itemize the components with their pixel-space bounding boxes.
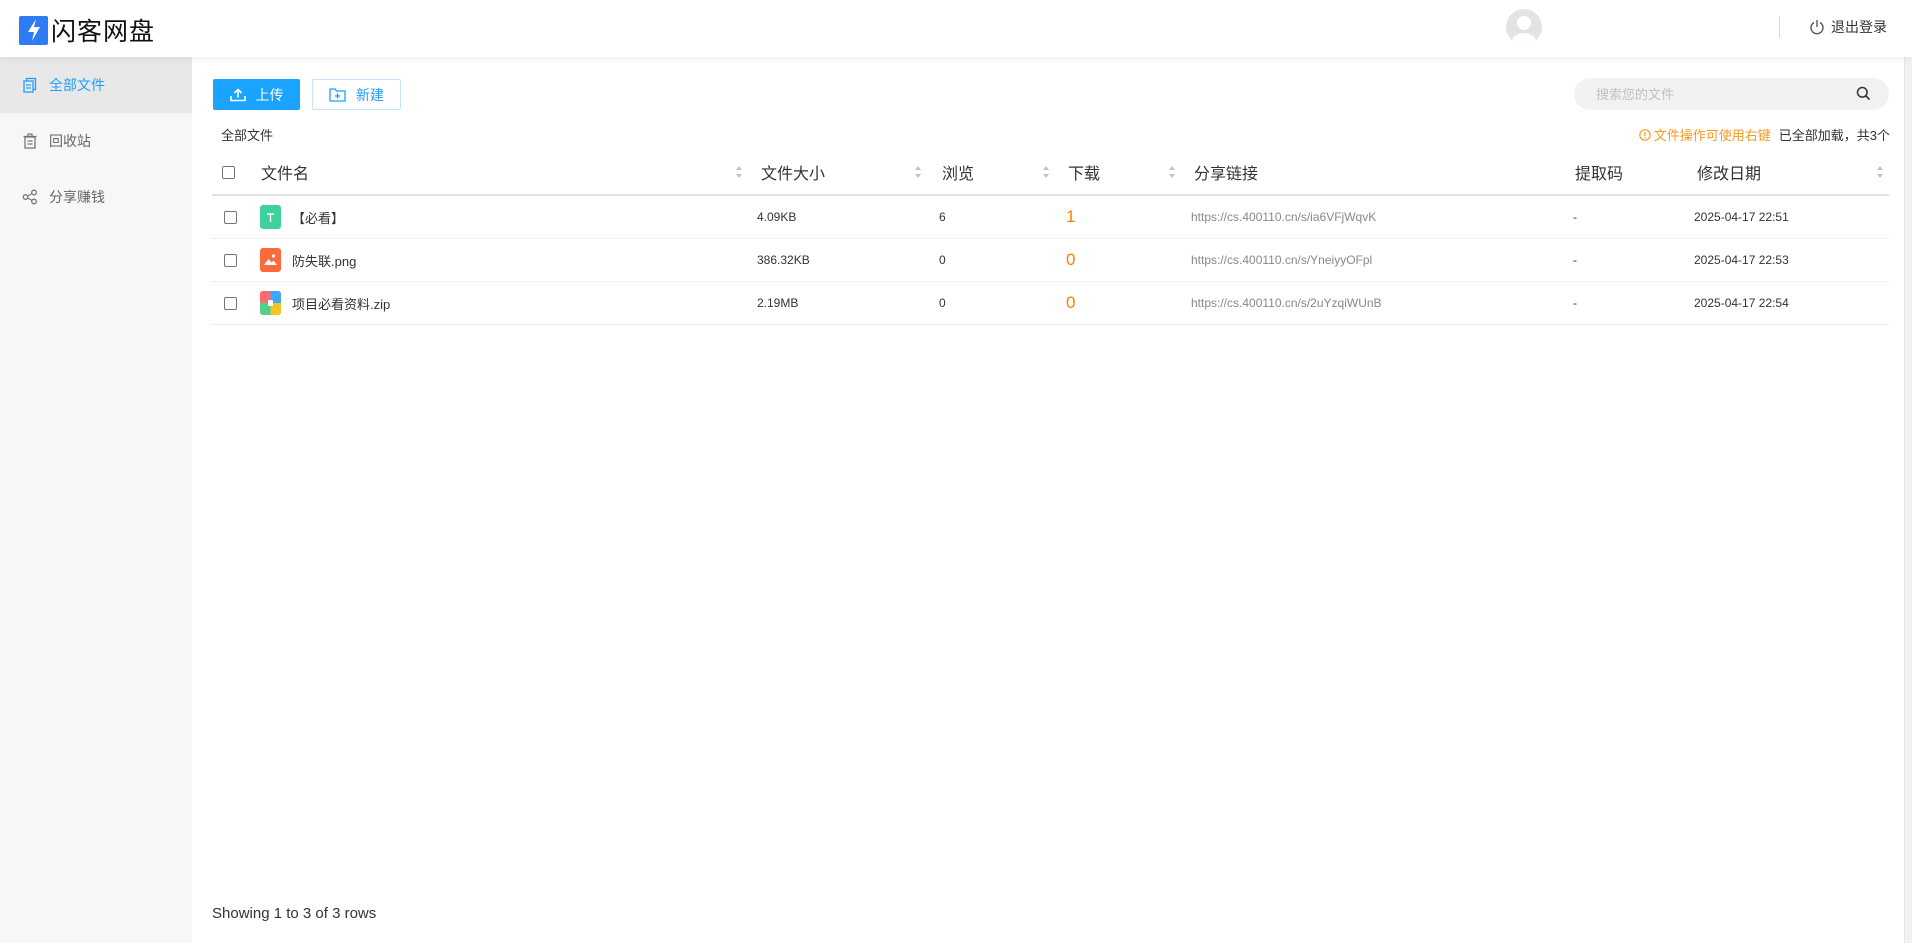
download-count: 1 bbox=[1066, 207, 1076, 226]
top-header: 闪客网盘 退出登录 bbox=[0, 0, 1912, 57]
modified-date: 2025-04-17 22:53 bbox=[1694, 253, 1789, 267]
column-header-share-link[interactable]: 分享链接 bbox=[1194, 150, 1258, 194]
sidebar-item-label: 全部文件 bbox=[49, 77, 105, 93]
toolbar: 上传 新建 bbox=[213, 79, 401, 110]
sort-icon[interactable] bbox=[1168, 165, 1176, 184]
row-checkbox[interactable] bbox=[224, 296, 237, 310]
file-name-cell[interactable]: 【必看】 bbox=[260, 196, 344, 238]
text-file-icon bbox=[260, 205, 281, 229]
new-label: 新建 bbox=[356, 86, 384, 103]
header-divider bbox=[1779, 16, 1780, 38]
upload-label: 上传 bbox=[255, 86, 284, 103]
lightning-icon bbox=[19, 15, 48, 45]
sidebar-item-label: 回收站 bbox=[49, 133, 91, 149]
column-header-name[interactable]: 文件名 bbox=[261, 150, 309, 194]
search-icon[interactable] bbox=[1856, 86, 1871, 106]
loaded-count: 已全部加载，共3个 bbox=[1778, 128, 1890, 143]
upload-button[interactable]: 上传 bbox=[213, 79, 300, 110]
download-count: 0 bbox=[1066, 250, 1076, 269]
share-link[interactable]: https://cs.400110.cn/s/YneiyyOFpl bbox=[1191, 253, 1372, 267]
sidebar: 全部文件 回收站 分享赚钱 bbox=[0, 57, 192, 943]
right-click-tip: 文件操作可使用右键 bbox=[1638, 125, 1771, 144]
file-name: 项目必看资料.zip bbox=[292, 296, 391, 312]
add-folder-icon bbox=[329, 88, 346, 102]
search-input[interactable] bbox=[1596, 78, 1846, 110]
column-header-modified[interactable]: 修改日期 bbox=[1697, 150, 1761, 194]
breadcrumb: 全部文件 bbox=[221, 128, 274, 143]
column-header-code[interactable]: 提取码 bbox=[1575, 150, 1623, 194]
extract-code: - bbox=[1573, 296, 1577, 310]
file-table: 文件名 文件大小 浏览 下载 分享链接 提取码 修改日期 【必看】 4.09KB… bbox=[212, 150, 1889, 325]
share-link[interactable]: https://cs.400110.cn/s/2uYzqiWUnB bbox=[1191, 296, 1382, 310]
column-header-views[interactable]: 浏览 bbox=[942, 150, 974, 194]
select-all-checkbox[interactable] bbox=[222, 165, 235, 179]
extract-code: - bbox=[1573, 253, 1577, 267]
file-size: 386.32KB bbox=[757, 253, 810, 267]
row-checkbox[interactable] bbox=[224, 253, 237, 267]
sidebar-item-label: 分享赚钱 bbox=[49, 189, 105, 205]
files-icon bbox=[23, 77, 37, 93]
file-name-cell[interactable]: 项目必看资料.zip bbox=[260, 282, 390, 324]
view-count: 6 bbox=[939, 210, 946, 224]
sort-icon[interactable] bbox=[1876, 165, 1884, 184]
table-row[interactable]: 项目必看资料.zip 2.19MB 0 0 https://cs.400110.… bbox=[212, 282, 1889, 325]
modified-date: 2025-04-17 22:54 bbox=[1694, 296, 1789, 310]
file-size: 2.19MB bbox=[757, 296, 799, 310]
logout-button[interactable]: 退出登录 bbox=[1809, 17, 1887, 37]
logout-label: 退出登录 bbox=[1831, 19, 1887, 35]
file-name-cell[interactable]: 防失联.png bbox=[260, 239, 356, 281]
sidebar-item-all-files[interactable]: 全部文件 bbox=[0, 57, 192, 113]
power-icon bbox=[1810, 20, 1824, 35]
row-checkbox[interactable] bbox=[224, 210, 237, 224]
select-all-cell bbox=[222, 150, 235, 194]
column-header-size[interactable]: 文件大小 bbox=[761, 150, 825, 194]
image-file-icon bbox=[260, 248, 281, 272]
app-logo[interactable]: 闪客网盘 bbox=[19, 12, 155, 48]
modified-date: 2025-04-17 22:51 bbox=[1694, 210, 1789, 224]
share-link[interactable]: https://cs.400110.cn/s/ia6VFjWqvK bbox=[1191, 210, 1376, 224]
pagination-summary: Showing 1 to 3 of 3 rows bbox=[212, 905, 377, 922]
new-folder-button[interactable]: 新建 bbox=[312, 79, 401, 110]
sidebar-item-share-earn[interactable]: 分享赚钱 bbox=[0, 169, 192, 225]
page-scrollbar[interactable] bbox=[1904, 0, 1912, 943]
app-name: 闪客网盘 bbox=[51, 17, 156, 46]
table-row[interactable]: 防失联.png 386.32KB 0 0 https://cs.400110.c… bbox=[212, 239, 1889, 282]
file-size: 4.09KB bbox=[757, 210, 797, 224]
trash-icon bbox=[23, 133, 37, 149]
view-count: 0 bbox=[939, 296, 946, 310]
warning-icon bbox=[1638, 128, 1651, 141]
tip-text: 文件操作可使用右键 bbox=[1653, 128, 1771, 143]
sidebar-item-recycle-bin[interactable]: 回收站 bbox=[0, 113, 192, 169]
column-header-downloads[interactable]: 下载 bbox=[1068, 150, 1100, 194]
download-count: 0 bbox=[1066, 293, 1076, 312]
extract-code: - bbox=[1573, 210, 1577, 224]
sort-icon[interactable] bbox=[735, 165, 743, 184]
view-count: 0 bbox=[939, 253, 946, 267]
table-header: 文件名 文件大小 浏览 下载 分享链接 提取码 修改日期 bbox=[212, 150, 1889, 196]
zip-file-icon bbox=[260, 291, 281, 315]
file-name: 【必看】 bbox=[292, 210, 345, 226]
sort-icon[interactable] bbox=[914, 165, 922, 184]
table-row[interactable]: 【必看】 4.09KB 6 1 https://cs.400110.cn/s/i… bbox=[212, 196, 1889, 239]
share-icon bbox=[22, 189, 37, 205]
file-name: 防失联.png bbox=[292, 253, 357, 269]
upload-icon bbox=[229, 87, 246, 101]
sort-icon[interactable] bbox=[1042, 165, 1050, 184]
status-tip: 文件操作可使用右键 已全部加载，共3个 bbox=[1638, 125, 1890, 144]
avatar[interactable] bbox=[1506, 9, 1542, 45]
search-box bbox=[1574, 78, 1889, 110]
